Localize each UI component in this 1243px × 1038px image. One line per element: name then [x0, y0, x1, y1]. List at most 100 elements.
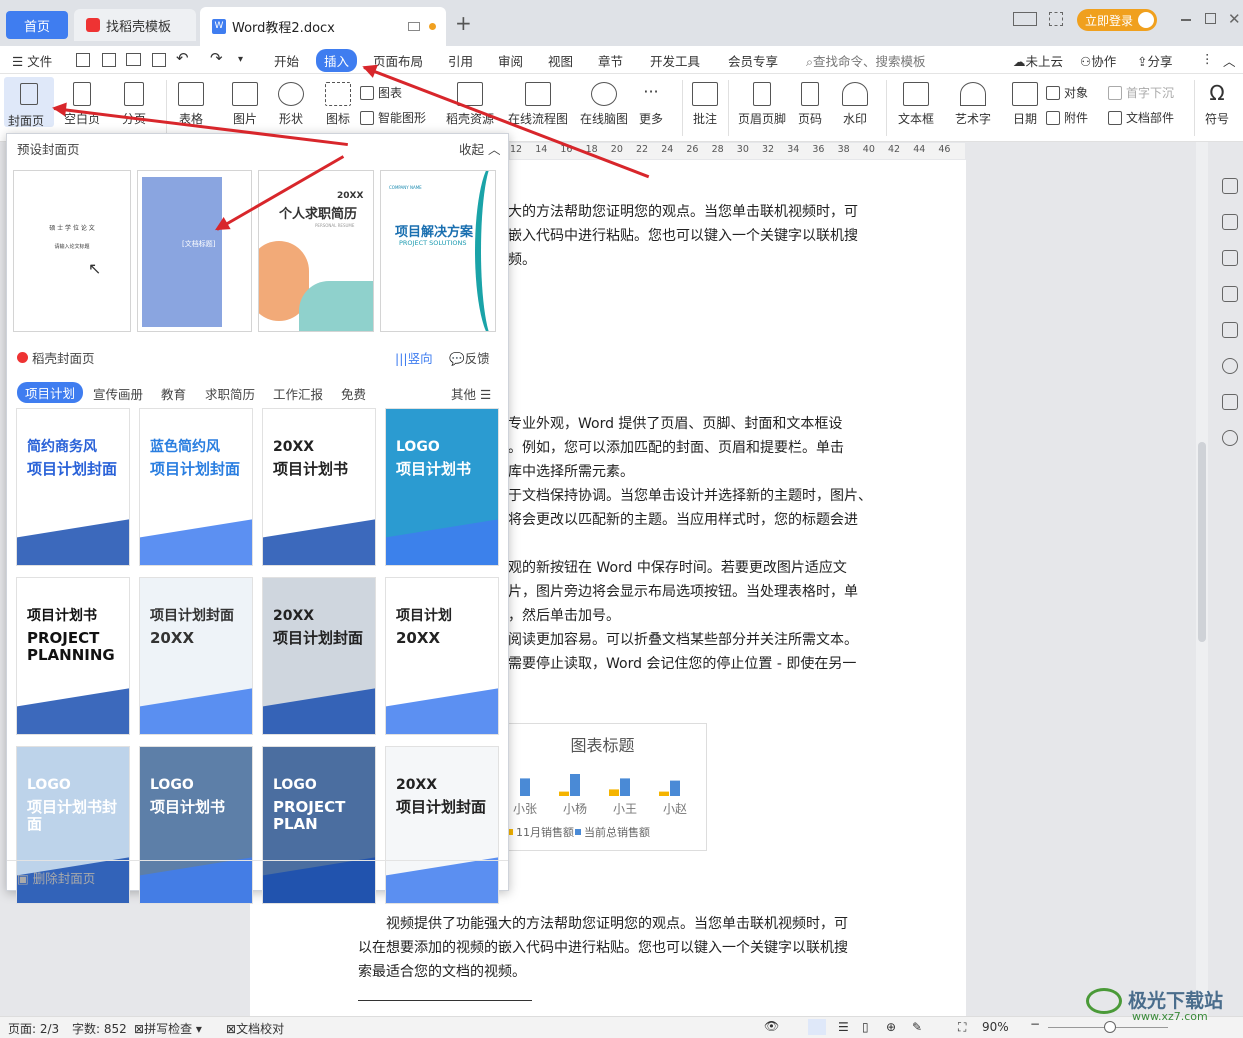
share-button[interactable]: ⇪分享 [1137, 51, 1173, 70]
cover-template-card[interactable]: 20XX 项目计划封面 [385, 746, 499, 904]
cover-template-card[interactable]: LOGO PROJECT PLAN [262, 746, 376, 904]
icon-button[interactable]: 图标 [325, 82, 351, 127]
cover-template-card[interactable]: 蓝色简约风 项目计划封面 [139, 408, 253, 566]
help-icon[interactable] [1222, 430, 1238, 446]
vertical-toggle[interactable]: |||竖向 [395, 348, 433, 367]
comment-button[interactable]: 批注 [692, 82, 718, 127]
layout-icon[interactable] [1013, 12, 1037, 26]
compass-icon[interactable] [1222, 358, 1238, 374]
object-button[interactable]: 对象 [1046, 84, 1088, 101]
tab-home[interactable]: 首页 [6, 11, 68, 39]
print-icon[interactable] [126, 53, 141, 66]
table-button[interactable]: 表格 [178, 82, 204, 127]
minimize-icon[interactable] [1181, 19, 1191, 21]
category-project[interactable]: 项目计划 [17, 382, 84, 403]
delete-cover-button[interactable]: ▣ 删除封面页 [17, 868, 95, 887]
rocket-icon[interactable] [1222, 178, 1238, 194]
collab-button[interactable]: ⚇协作 [1080, 51, 1116, 70]
category-free[interactable]: 免费 [341, 384, 366, 403]
menu-review[interactable]: 审阅 [498, 51, 523, 70]
write-view-icon[interactable]: ✎ [912, 1020, 922, 1034]
cloud-status[interactable]: ☁未上云 [1013, 51, 1063, 70]
grid-icon[interactable] [1049, 12, 1063, 26]
monitor-icon[interactable] [408, 22, 420, 31]
drop-cap-button[interactable]: 首字下沉 [1108, 84, 1174, 101]
preset-cover-thesis[interactable]: 硕 士 学 位 论 文 请输入论文标题 ↖ [13, 170, 131, 332]
login-button[interactable]: 立即登录 [1077, 9, 1157, 31]
shape-button[interactable]: 形状 [278, 82, 304, 127]
tab-templates[interactable]: 找稻壳模板 [74, 9, 196, 41]
undo-icon[interactable]: ↶ [176, 49, 189, 67]
redo-icon[interactable]: ↷ [210, 49, 223, 67]
zoom-out-icon[interactable]: − [1030, 1017, 1040, 1031]
settings-sliders-icon[interactable] [1222, 286, 1238, 302]
save-icon[interactable] [76, 53, 90, 67]
textbox-button[interactable]: 文本框 [898, 82, 934, 127]
symbol-button[interactable]: Ω 符号 [1204, 82, 1230, 127]
word-count[interactable]: 字数: 852 [72, 1020, 127, 1037]
preset-cover-solution[interactable]: COMPANY NAME 项目解决方案 PROJECT SOLUTIONS [380, 170, 496, 332]
category-other[interactable]: 其他 ☰ [451, 384, 491, 403]
category-brochure[interactable]: 宣传画册 [93, 384, 143, 403]
menu-file[interactable]: ☰ 文件 [12, 51, 52, 70]
category-resume[interactable]: 求职简历 [205, 384, 255, 403]
vertical-scrollbar[interactable] [1196, 142, 1208, 1016]
web-view-icon[interactable]: ⊕ [886, 1020, 896, 1034]
menu-developer[interactable]: 开发工具 [650, 51, 700, 70]
watermark-button[interactable]: 水印 [842, 82, 868, 127]
menu-chapter[interactable]: 章节 [598, 51, 623, 70]
cover-template-card[interactable]: LOGO 项目计划书 [139, 746, 253, 904]
page-number-button[interactable]: 页码 [798, 82, 822, 127]
image-translate-icon[interactable] [1222, 322, 1238, 338]
category-education[interactable]: 教育 [161, 384, 186, 403]
menu-layout[interactable]: 页面布局 [373, 51, 423, 70]
maximize-icon[interactable] [1205, 13, 1216, 24]
cover-template-card[interactable]: 20XX 项目计划书 [262, 408, 376, 566]
chart-button[interactable]: 图表 [360, 84, 402, 101]
eye-icon[interactable]: 👁 [764, 1019, 779, 1033]
header-footer-button[interactable]: 页眉页脚 [738, 82, 786, 127]
menu-view[interactable]: 视图 [548, 51, 573, 70]
menu-member[interactable]: 会员专享 [728, 51, 778, 70]
cover-template-card[interactable]: 项目计划 20XX [385, 577, 499, 735]
read-view-icon[interactable]: ▯ [862, 1020, 869, 1034]
scroll-thumb[interactable] [1198, 442, 1206, 642]
page-view-icon[interactable] [808, 1019, 826, 1035]
close-icon[interactable]: ✕ [1228, 10, 1241, 28]
cover-template-card[interactable]: 项目计划书 PROJECT PLANNING [16, 577, 130, 735]
doc-proofread[interactable]: ⊠文档校对 [226, 1020, 284, 1037]
more-button[interactable]: ··· 更多 [638, 82, 664, 127]
category-report[interactable]: 工作汇报 [273, 384, 323, 403]
zoom-level[interactable]: 90% [982, 1020, 1009, 1034]
menu-reference[interactable]: 引用 [448, 51, 473, 70]
feedback-button[interactable]: 💬反馈 [449, 348, 490, 367]
picture-button[interactable]: 图片 [232, 82, 258, 127]
cover-template-card[interactable]: 简约商务风 项目计划封面 [16, 408, 130, 566]
flowchart-button[interactable]: 在线流程图 [508, 82, 568, 127]
date-button[interactable]: 日期 [1012, 82, 1038, 127]
more-dropdown-icon[interactable]: ▾ [238, 54, 243, 65]
pen-icon[interactable] [1222, 214, 1238, 230]
book-icon[interactable] [1222, 394, 1238, 410]
page-count[interactable]: 页面: 2/3 [8, 1020, 59, 1037]
fit-page-icon[interactable]: ⛶ [958, 1020, 966, 1035]
tab-document[interactable]: W Word教程2.docx [200, 7, 446, 46]
wordart-button[interactable]: 艺术字 [955, 82, 991, 127]
collapse-button[interactable]: 收起 ︿ [459, 139, 501, 158]
smart-art-button[interactable]: 智能图形 [360, 109, 426, 126]
mindmap-button[interactable]: 在线脑图 [580, 82, 628, 127]
collapse-ribbon-icon[interactable]: ︿ [1223, 51, 1236, 70]
cover-template-card[interactable]: 20XX 项目计划封面 [262, 577, 376, 735]
cursor-icon[interactable] [1222, 250, 1238, 266]
menu-start[interactable]: 开始 [274, 51, 299, 70]
attachment-button[interactable]: 附件 [1046, 109, 1088, 126]
outline-view-icon[interactable]: ☰ [838, 1020, 849, 1034]
blank-page-button[interactable]: 空白页 [64, 82, 100, 127]
print-preview-icon[interactable] [152, 53, 166, 67]
doc-parts-button[interactable]: 文档部件 [1108, 109, 1174, 126]
daoke-resource-button[interactable]: 稻壳资源 [446, 82, 494, 127]
menu-insert[interactable]: 插入 [316, 49, 358, 72]
cover-template-card[interactable]: LOGO 项目计划书 [385, 408, 499, 566]
spell-check[interactable]: ⊠拼写检查 ▾ [134, 1020, 202, 1037]
cover-template-card[interactable]: 项目计划封面 20XX [139, 577, 253, 735]
